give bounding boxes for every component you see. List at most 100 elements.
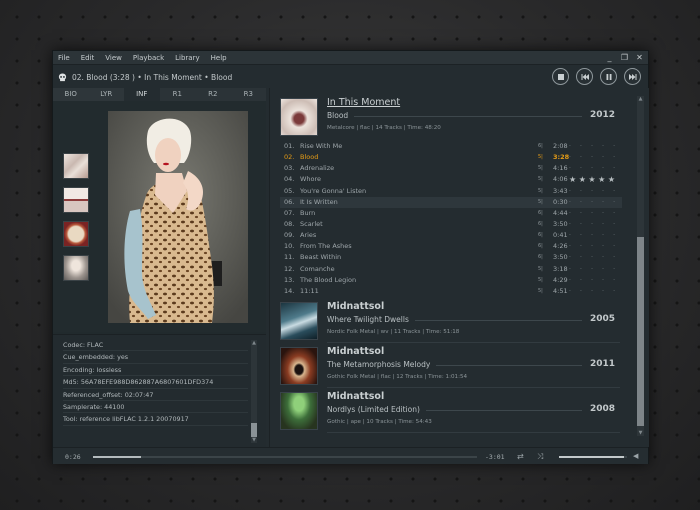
album-title[interactable]: Blood — [327, 111, 355, 120]
scrollbar-thumb[interactable] — [251, 423, 257, 437]
track-rating[interactable]: ----- — [569, 252, 619, 263]
star-empty-icon[interactable]: - — [580, 141, 582, 152]
star-empty-icon[interactable]: - — [602, 163, 604, 174]
star-empty-icon[interactable]: - — [613, 230, 615, 241]
star-empty-icon[interactable]: - — [569, 208, 571, 219]
star-empty-icon[interactable]: - — [613, 219, 615, 230]
star-empty-icon[interactable]: - — [602, 197, 604, 208]
star-empty-icon[interactable]: - — [613, 186, 615, 197]
track-rating[interactable]: ----- — [569, 230, 619, 241]
restore-button[interactable]: ❐ — [620, 52, 629, 64]
artwork-thumbnail[interactable] — [63, 153, 89, 179]
track-row[interactable]: 10. From The Ashes 6| 4:26- - - - - — [280, 241, 622, 252]
star-empty-icon[interactable]: - — [569, 163, 571, 174]
volume-icon[interactable]: ◀ — [633, 452, 638, 460]
track-row[interactable]: 06. It Is Written 5| 0:30- - - - - — [280, 196, 622, 208]
star-empty-icon[interactable]: - — [613, 197, 615, 208]
menu-edit[interactable]: Edit — [81, 54, 95, 62]
close-button[interactable]: ✕ — [635, 52, 644, 64]
pause-button[interactable] — [600, 68, 617, 85]
star-empty-icon[interactable]: - — [580, 286, 582, 297]
track-row[interactable]: 01. Rise With Me 6| 2:08- - - - - — [280, 141, 622, 152]
star-empty-icon[interactable]: - — [569, 230, 571, 241]
star-empty-icon[interactable]: - — [591, 241, 593, 252]
track-rating[interactable]: ----- — [569, 197, 619, 208]
shuffle-icon[interactable]: ⤨ — [537, 452, 543, 462]
star-empty-icon[interactable]: - — [569, 141, 571, 152]
star-empty-icon[interactable]: - — [613, 152, 615, 163]
tab-r3[interactable]: R3 — [230, 88, 266, 101]
star-empty-icon[interactable]: - — [602, 152, 604, 163]
star-empty-icon[interactable]: - — [591, 197, 593, 208]
previous-button[interactable] — [576, 68, 593, 85]
album-cover[interactable] — [280, 347, 318, 385]
album-artist[interactable]: Midnattsol — [327, 346, 384, 357]
star-empty-icon[interactable]: - — [580, 230, 582, 241]
star-filled-icon[interactable]: ★ — [569, 174, 576, 185]
track-rating[interactable]: ----- — [569, 152, 619, 163]
scrollbar-thumb[interactable] — [637, 237, 644, 426]
star-empty-icon[interactable]: - — [591, 208, 593, 219]
track-row[interactable]: 08. Scarlet 6| 3:50- - - - - — [280, 219, 622, 230]
track-rating[interactable]: ----- — [569, 219, 619, 230]
star-empty-icon[interactable]: - — [602, 264, 604, 275]
star-empty-icon[interactable]: - — [580, 275, 582, 286]
album-artist[interactable]: Midnattsol — [327, 391, 384, 402]
track-rating[interactable]: ----- — [569, 141, 619, 152]
album-title[interactable]: Where Twilight Dwells — [327, 315, 415, 324]
artwork-thumbnail[interactable] — [63, 221, 89, 247]
star-empty-icon[interactable]: - — [591, 186, 593, 197]
track-rating[interactable]: ----- — [569, 208, 619, 219]
scroll-up-icon[interactable]: ▲ — [637, 96, 644, 102]
album-title[interactable]: The Metamorphosis Melody — [327, 360, 437, 369]
track-row[interactable]: 03. Adrenalize 5| 4:16- - - - - — [280, 163, 622, 174]
star-empty-icon[interactable]: - — [591, 286, 593, 297]
star-filled-icon[interactable]: ★ — [579, 174, 586, 185]
artwork-thumbnail[interactable] — [63, 255, 89, 281]
star-empty-icon[interactable]: - — [613, 208, 615, 219]
star-empty-icon[interactable]: - — [591, 264, 593, 275]
star-empty-icon[interactable]: - — [602, 230, 604, 241]
track-rating[interactable]: ----- — [569, 286, 619, 297]
star-filled-icon[interactable]: ★ — [608, 174, 615, 185]
track-rating[interactable]: ----- — [569, 241, 619, 252]
star-empty-icon[interactable]: - — [591, 219, 593, 230]
star-filled-icon[interactable]: ★ — [588, 174, 595, 185]
menu-playback[interactable]: Playback — [133, 54, 164, 62]
track-row[interactable]: 11. Beast Within 6| 3:50- - - - - — [280, 252, 622, 263]
star-empty-icon[interactable]: - — [613, 252, 615, 263]
album-cover[interactable] — [280, 392, 318, 430]
star-empty-icon[interactable]: - — [591, 152, 593, 163]
next-button[interactable] — [624, 68, 641, 85]
star-empty-icon[interactable]: - — [613, 141, 615, 152]
star-empty-icon[interactable]: - — [591, 275, 593, 286]
star-empty-icon[interactable]: - — [580, 219, 582, 230]
star-empty-icon[interactable]: - — [569, 219, 571, 230]
artwork-thumbnail[interactable] — [63, 187, 89, 213]
star-empty-icon[interactable]: - — [580, 152, 582, 163]
info-scrollbar[interactable]: ▲ ▼ — [251, 340, 257, 443]
album-cover[interactable] — [280, 302, 318, 340]
star-empty-icon[interactable]: - — [569, 241, 571, 252]
star-empty-icon[interactable]: - — [591, 230, 593, 241]
star-empty-icon[interactable]: - — [591, 163, 593, 174]
track-rating[interactable]: ----- — [569, 186, 619, 197]
album-artist[interactable]: Midnattsol — [327, 301, 384, 312]
star-empty-icon[interactable]: - — [602, 208, 604, 219]
tab-inf[interactable]: INF — [124, 88, 160, 101]
star-empty-icon[interactable]: - — [580, 186, 582, 197]
scroll-down-icon[interactable]: ▼ — [637, 430, 644, 436]
track-row[interactable]: 12. Comanche 5| 3:18- - - - - — [280, 264, 622, 275]
star-empty-icon[interactable]: - — [580, 264, 582, 275]
track-rating[interactable]: ----- — [569, 163, 619, 174]
volume-slider[interactable] — [559, 456, 627, 458]
track-row[interactable]: 05. You're Gonna' Listen 5| 3:43- - - - - — [280, 186, 622, 197]
star-empty-icon[interactable]: - — [602, 252, 604, 263]
menu-library[interactable]: Library — [175, 54, 199, 62]
star-empty-icon[interactable]: - — [591, 141, 593, 152]
stop-button[interactable] — [552, 68, 569, 85]
star-empty-icon[interactable]: - — [569, 275, 571, 286]
menu-file[interactable]: File — [58, 54, 70, 62]
scroll-down-icon[interactable]: ▼ — [251, 437, 257, 443]
minimize-button[interactable]: _ — [605, 52, 614, 64]
